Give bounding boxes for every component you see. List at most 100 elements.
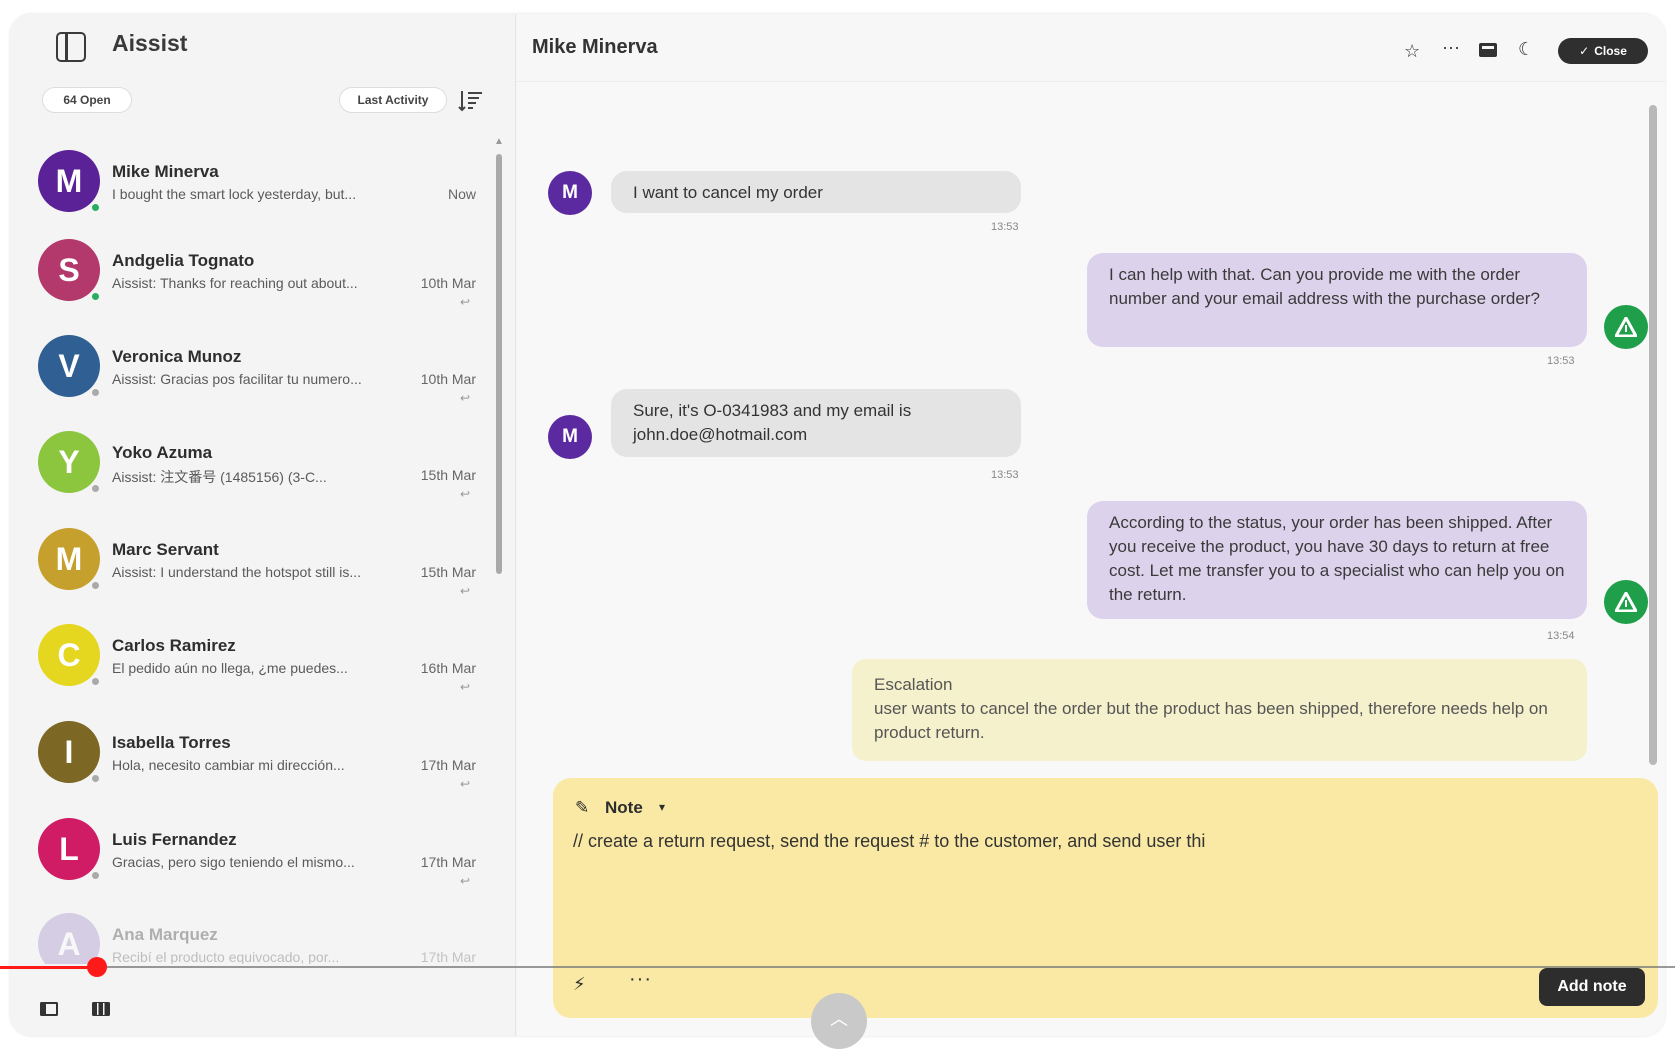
contact-name: Carlos Ramirez <box>112 636 236 655</box>
conversation-item[interactable]: Y Yoko Azuma Aissist: 注文番号 (1485156) (3-… <box>10 425 490 515</box>
chevron-up-icon[interactable]: ︿ <box>811 993 867 1049</box>
sidebar-header: Aissist <box>10 14 516 78</box>
conversation-item[interactable]: C Carlos Ramirez El pedido aún no llega,… <box>10 618 490 708</box>
contact-name: Mike Minerva <box>112 162 219 181</box>
conversation-item[interactable]: L Luis Fernandez Gracias, pero sigo teni… <box>10 812 490 902</box>
aissist-logo-icon <box>1615 317 1637 337</box>
inbox-icon[interactable] <box>1479 43 1497 57</box>
message-preview: Gracias, pero sigo teniendo el mismo... <box>112 854 355 870</box>
add-note-button[interactable]: Add note <box>1539 968 1645 1006</box>
conversation-item[interactable]: S Andgelia Tognato Aissist: Thanks for r… <box>10 233 490 323</box>
user-message: Sure, it's O-0341983 and my email is joh… <box>611 389 1021 457</box>
lightning-icon[interactable]: ⚡ <box>573 974 586 995</box>
conversation-time: 10th Mar <box>420 371 476 387</box>
message-preview: Aissist: Gracias pos facilitar tu numero… <box>112 371 362 387</box>
open-count-filter[interactable]: 64 Open <box>42 87 132 113</box>
sort-last-activity-button[interactable]: Last Activity <box>339 87 447 113</box>
conversation-time: 17th Mar <box>420 854 476 870</box>
app-window: Aissist 64 Open Last Activity M Mike Min… <box>10 14 1665 1036</box>
conversation-title: Mike Minerva <box>532 36 658 58</box>
message-timestamp: 13:53 <box>991 469 1019 481</box>
conversation-panel: Mike Minerva ☆ ··· ☾ ✓ Close M I want to… <box>517 14 1665 1036</box>
conversation-item[interactable]: A Ana Marquez Recibí el producto equivoc… <box>10 907 490 964</box>
conversation-item[interactable]: M Marc Servant Aissist: I understand the… <box>10 522 490 612</box>
contact-name: Ana Marquez <box>112 925 218 944</box>
contact-name: Andgelia Tognato <box>112 251 255 270</box>
conversation-time: 17th Mar <box>420 757 476 773</box>
bot-message: I can help with that. Can you provide me… <box>1087 253 1587 347</box>
sidebar-scrollbar[interactable] <box>496 154 502 574</box>
status-dot <box>90 773 101 784</box>
note-input[interactable] <box>573 828 1633 958</box>
bot-avatar <box>1604 580 1648 624</box>
message-timestamp: 13:54 <box>1547 630 1575 642</box>
status-dot <box>90 291 101 302</box>
escalation-note: Escalation user wants to cancel the orde… <box>852 659 1587 761</box>
columns-view-icon[interactable] <box>92 1002 110 1016</box>
more-options-icon[interactable]: ··· <box>629 968 652 991</box>
conversation-item[interactable]: I Isabella Torres Hola, necesito cambiar… <box>10 715 490 805</box>
conversation-time: 16th Mar <box>420 660 476 676</box>
message-preview: Aissist: I understand the hotspot still … <box>112 564 362 580</box>
user-message: I want to cancel my order <box>611 171 1021 213</box>
status-dot <box>90 676 101 687</box>
avatar: A <box>38 913 100 964</box>
close-conversation-button[interactable]: ✓ Close <box>1558 38 1648 64</box>
message-thread: M I want to cancel my order 13:53 I can … <box>517 83 1665 783</box>
message-preview: Aissist: 注文番号 (1485156) (3-C... <box>112 469 327 485</box>
sidebar-toggle-icon[interactable] <box>56 32 86 62</box>
escalation-title: Escalation <box>874 675 953 694</box>
star-icon[interactable]: ☆ <box>1404 42 1420 60</box>
close-label: Close <box>1594 44 1627 58</box>
sort-order-icon[interactable] <box>458 88 484 114</box>
conversation-item[interactable]: V Veronica Munoz Aissist: Gracias pos fa… <box>10 329 490 419</box>
reply-icon: ↩ <box>459 680 470 694</box>
message-timestamp: 13:53 <box>991 221 1019 233</box>
reply-icon: ↩ <box>459 295 470 309</box>
sidebar-view-icon[interactable] <box>40 1002 58 1016</box>
aissist-logo-icon <box>1615 592 1637 612</box>
bot-message: According to the status, your order has … <box>1087 501 1587 619</box>
video-progress-fill <box>0 966 97 969</box>
message-timestamp: 13:53 <box>1547 355 1575 367</box>
message-preview: I bought the smart lock yesterday, but..… <box>112 186 357 202</box>
scroll-up-arrow-icon[interactable]: ▲ <box>494 136 504 147</box>
status-dot <box>90 387 101 398</box>
conversation-time: 10th Mar <box>420 275 476 291</box>
avatar: M <box>548 171 592 215</box>
composer-mode-label[interactable]: Note <box>605 798 643 818</box>
message-scrollbar[interactable] <box>1649 105 1657 765</box>
conversation-item[interactable]: M Mike Minerva I bought the smart lock y… <box>10 144 490 234</box>
escalation-text: user wants to cancel the order but the p… <box>874 699 1548 742</box>
contact-name: Veronica Munoz <box>112 347 242 366</box>
status-dot <box>90 202 101 213</box>
sidebar: Aissist 64 Open Last Activity M Mike Min… <box>10 14 516 1036</box>
reply-icon: ↩ <box>459 584 470 598</box>
pen-icon: ✎ <box>575 798 590 817</box>
chevron-down-icon[interactable]: ▾ <box>659 800 665 814</box>
message-preview: Hola, necesito cambiar mi dirección... <box>112 757 345 773</box>
message-preview: Aissist: Thanks for reaching out about..… <box>112 275 358 291</box>
snooze-moon-icon[interactable]: ☾ <box>1518 40 1534 58</box>
message-preview: El pedido aún no llega, ¿me puedes... <box>112 660 348 676</box>
conversation-time: 15th Mar <box>420 564 476 580</box>
reply-icon: ↩ <box>459 391 470 405</box>
video-progress-knob[interactable] <box>87 957 107 977</box>
conversation-time: Now <box>447 186 476 202</box>
note-composer: ✎ Note ▾ ⚡ ··· Add note <box>553 778 1658 1018</box>
status-dot <box>90 483 101 494</box>
video-progress-track[interactable] <box>0 966 1675 968</box>
avatar: M <box>548 415 592 459</box>
conversation-time: 17th Mar <box>420 949 476 964</box>
contact-name: Marc Servant <box>112 540 219 559</box>
status-dot <box>90 580 101 591</box>
contact-name: Luis Fernandez <box>112 830 237 849</box>
reply-icon: ↩ <box>459 874 470 888</box>
reply-icon: ↩ <box>459 487 470 501</box>
bot-avatar <box>1604 305 1648 349</box>
contact-name: Yoko Azuma <box>112 443 213 462</box>
status-dot <box>90 870 101 881</box>
check-icon: ✓ <box>1579 44 1590 58</box>
conversation-time: 15th Mar <box>420 467 476 483</box>
more-options-icon[interactable]: ··· <box>1442 38 1460 56</box>
